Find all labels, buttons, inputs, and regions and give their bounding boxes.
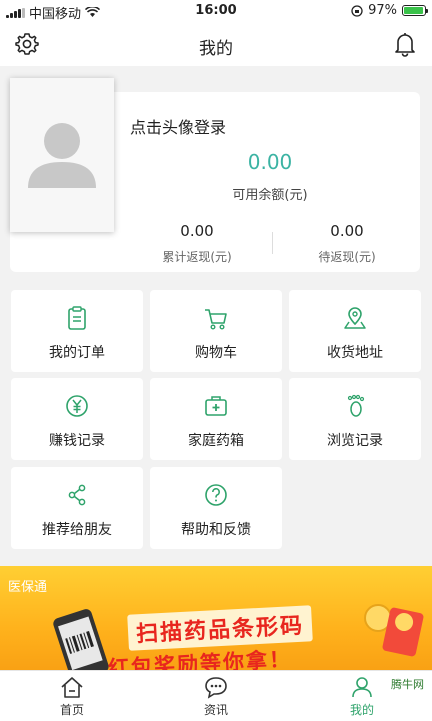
order-icon — [68, 306, 86, 330]
pending-cashback[interactable]: 0.00 待返现(元) — [282, 222, 412, 265]
location-icon — [344, 307, 366, 329]
help-icon — [205, 484, 227, 506]
profile-icon — [352, 677, 372, 698]
promo-banner[interactable]: 医保通 扫描药品条形码 红包奖励等你拿！ — [0, 566, 432, 670]
page-title: 我的 — [199, 39, 233, 59]
tab-news[interactable]: 资讯 — [176, 675, 256, 718]
medicine-box-icon — [205, 396, 227, 416]
pending-cashback-value: 0.00 — [330, 222, 364, 240]
tab-bar: 首页 资讯 我的 — [0, 670, 432, 721]
stat-divider — [272, 232, 273, 254]
watermark: 腾牛网 — [391, 678, 424, 691]
menu-recommend-to-friends[interactable]: 推荐给朋友 — [11, 467, 143, 549]
nav-bar: 我的 — [0, 22, 432, 66]
tab-mine[interactable]: 我的 — [322, 675, 402, 718]
menu-browsing-history[interactable]: 浏览记录 — [289, 378, 421, 460]
avatar[interactable] — [10, 78, 114, 232]
menu-label: 赚钱记录 — [49, 433, 105, 449]
tab-label: 我的 — [349, 703, 374, 717]
footprint-icon — [347, 394, 365, 417]
phone-barcode-icon — [53, 609, 109, 670]
login-prompt[interactable]: 点击头像登录 — [130, 114, 226, 138]
cumulative-cashback[interactable]: 0.00 累计返现(元) — [132, 222, 262, 265]
menu-label: 家庭药箱 — [188, 433, 244, 449]
menu-my-orders[interactable]: 我的订单 — [11, 290, 143, 372]
menu-shipping-address[interactable]: 收货地址 — [289, 290, 421, 372]
menu-earnings-record[interactable]: 赚钱记录 — [11, 378, 143, 460]
balance-value: 0.00 — [247, 150, 293, 174]
menu-help-feedback[interactable]: 帮助和反馈 — [150, 467, 282, 549]
tab-label: 首页 — [59, 703, 84, 717]
menu-cart[interactable]: 购物车 — [150, 290, 282, 372]
yen-icon — [66, 395, 88, 417]
pending-cashback-label: 待返现(元) — [318, 250, 376, 264]
battery-icon — [402, 5, 428, 16]
chat-icon — [205, 677, 227, 699]
menu-label: 收货地址 — [327, 345, 383, 361]
red-envelope-icon — [364, 604, 424, 657]
home-icon — [61, 677, 83, 698]
tab-home[interactable]: 首页 — [32, 675, 112, 718]
cart-icon — [205, 309, 227, 330]
notification-bell-icon[interactable] — [392, 31, 418, 57]
cumulative-cashback-label: 累计返现(元) — [162, 250, 232, 264]
menu-label: 推荐给朋友 — [42, 522, 112, 538]
menu-label: 浏览记录 — [327, 433, 383, 449]
rotation-lock-icon — [351, 4, 363, 17]
status-bar: 中国移动 16:00 97% — [0, 0, 432, 22]
cumulative-cashback-value: 0.00 — [180, 222, 214, 240]
user-silhouette-icon — [28, 123, 96, 188]
balance-label: 可用余额(元) — [232, 188, 308, 203]
battery-percent: 97% — [368, 3, 397, 18]
menu-label: 购物车 — [195, 345, 237, 361]
menu-family-medicine-box[interactable]: 家庭药箱 — [150, 378, 282, 460]
tab-label: 资讯 — [203, 703, 228, 717]
share-icon — [68, 484, 86, 506]
menu-label: 帮助和反馈 — [181, 522, 251, 538]
menu-label: 我的订单 — [49, 345, 105, 361]
banner-tag: 医保通 — [8, 580, 48, 595]
